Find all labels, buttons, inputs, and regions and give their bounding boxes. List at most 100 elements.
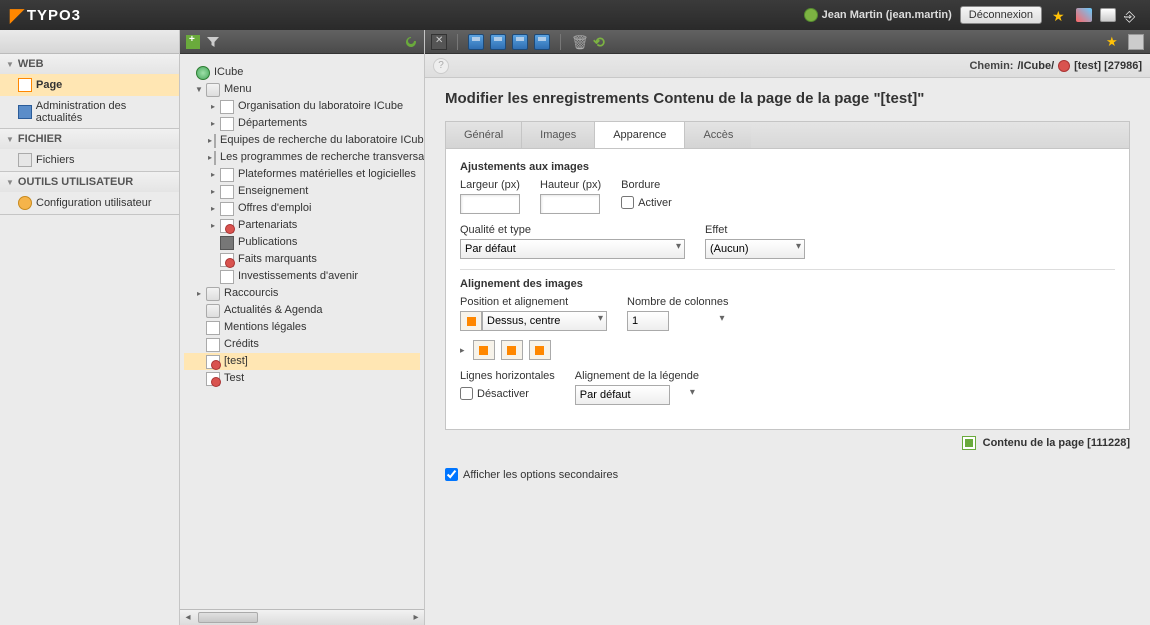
bookmark-doc-icon[interactable]: ★ [1106,34,1122,50]
filter-icon[interactable] [206,35,220,49]
tree-page[interactable]: ▸Départements [184,115,420,132]
select-legend[interactable]: Par défaut [575,385,670,405]
hidden-page-icon [206,355,220,369]
logo-mark-icon: ◤ [10,5,25,26]
tree-page[interactable]: Investissements d'avenir [184,268,420,285]
user-info[interactable]: Jean Martin (jean.martin) [804,8,952,22]
tree-folder-menu[interactable]: ▼ Menu [184,81,420,98]
help-icon[interactable]: ? [433,58,449,74]
label-border-activate: Activer [638,197,672,209]
tree-page-mentions[interactable]: Mentions légales [184,319,420,336]
refresh-icon[interactable] [404,35,418,49]
tree-page[interactable]: ▸Enseignement [184,183,420,200]
layout-opt-2[interactable] [501,340,523,360]
tree-root[interactable]: ICube [184,64,420,81]
tree-page[interactable]: ▸Equipes de recherche du laboratoire ICu… [184,132,420,149]
select-effect[interactable]: (Aucun) [705,239,805,259]
module-group-web[interactable]: WEB [0,54,179,74]
tree-folder-raccourcis[interactable]: ▸ Raccourcis [184,285,420,302]
content-record-link[interactable]: Contenu de la page [111228] [445,436,1130,450]
brand-text: TYPO3 [27,7,81,24]
module-item[interactable]: Administration des actualités [0,96,179,128]
input-height[interactable] [540,194,600,214]
tree-toolbar [180,30,424,54]
module-item[interactable]: Configuration utilisateur [0,192,179,214]
tab-access[interactable]: Accès [685,122,751,148]
tree-page[interactable]: ▸Partenariats [184,217,420,234]
page-icon [206,321,220,335]
save-view-icon[interactable] [490,34,506,50]
module-group-fichier[interactable]: FICHIER [0,129,179,149]
news-icon [18,105,32,119]
page-tree[interactable]: ICube ▼ Menu ▸Organisation du laboratoir… [180,54,424,609]
page-icon [206,338,220,352]
close-icon[interactable] [431,34,447,50]
module-item[interactable]: Fichiers [0,149,179,171]
save-close-icon[interactable] [512,34,528,50]
tree-page[interactable]: Publications [184,234,420,251]
checkbox-border-activate[interactable] [621,196,634,209]
page-icon [220,117,234,131]
content-area: 🗑 ⟲ ★ ? Chemin: /ICube/ [test] [27986] M… [425,30,1150,625]
tree-h-scrollbar[interactable]: ◂▸ [180,609,424,625]
label-hr: Lignes horizontales [460,370,555,382]
checkbox-hr-deactivate[interactable] [460,387,473,400]
bookmark-icon[interactable]: ★ [1052,8,1068,22]
input-width[interactable] [460,194,520,214]
top-bar: ◤ TYPO3 Jean Martin (jean.martin) Déconn… [0,0,1150,30]
checkbox-secondary-options[interactable] [445,468,458,481]
select-cols[interactable]: 1 [627,311,669,331]
tab-images[interactable]: Images [522,122,595,148]
page-icon [220,168,234,182]
tab-bar: Général Images Apparence Accès [445,121,1130,148]
undo-icon[interactable]: ⟲ [593,34,609,50]
save-icon[interactable] [468,34,484,50]
hidden-page-icon [220,253,234,267]
page-icon [18,78,32,92]
path-page[interactable]: [test] [27986] [1074,60,1142,72]
label-quality: Qualité et type [460,224,685,236]
position-layout-options[interactable]: ▸ [460,340,607,360]
save-new-icon[interactable] [534,34,550,50]
cache-icon[interactable] [1076,8,1092,22]
layout-opt-3[interactable] [529,340,551,360]
tree-page[interactable]: ▸Plateformes matérielles et logicielles [184,166,420,183]
new-page-icon[interactable] [186,35,200,49]
tree-folder-actus[interactable]: Actualités & Agenda [184,302,420,319]
tree-page[interactable]: ▸Offres d'emploi [184,200,420,217]
module-column: WEBPageAdministration des actualitésFICH… [0,30,180,625]
tree-page[interactable]: Faits marquants [184,251,420,268]
label-cols: Nombre de colonnes [627,296,729,308]
module-group-outils utilisateur[interactable]: OUTILS UTILISATEUR [0,172,179,192]
label-height: Hauteur (px) [540,179,601,191]
tab-appearance[interactable]: Apparence [595,122,685,148]
delete-icon[interactable]: 🗑 [571,34,587,50]
module-toolbar [0,30,179,54]
section-image-adjust: Ajustements aux images [460,161,1115,173]
shortcut-icon[interactable]: ⎆ [1124,8,1140,22]
workspaces-icon[interactable] [1100,8,1116,22]
layout-opt-1[interactable] [473,340,495,360]
path-root[interactable]: /ICube/ [1017,60,1054,72]
section-image-align: Alignement des images [460,278,1115,290]
user-icon [18,196,32,210]
page-icon [214,134,216,148]
logout-button[interactable]: Déconnexion [960,6,1042,24]
select-position[interactable]: Dessus, centre [482,311,607,331]
tree-page-credits[interactable]: Crédits [184,336,420,353]
fullscreen-icon[interactable] [1128,34,1144,50]
folder-icon [206,304,220,318]
tree-page[interactable]: ▸Les programmes de recherche transversau… [184,149,420,166]
tab-general[interactable]: Général [446,122,522,148]
label-width: Largeur (px) [460,179,520,191]
hidden-page-icon [206,372,220,386]
brand-logo: ◤ TYPO3 [10,5,81,26]
tree-page[interactable]: ▸Organisation du laboratoire ICube [184,98,420,115]
folder-icon [206,287,220,301]
tree-page-test-selected[interactable]: [test] [184,353,420,370]
tree-page-test2[interactable]: Test [184,370,420,387]
module-item[interactable]: Page [0,74,179,96]
tab-panel-appearance: Ajustements aux images Largeur (px) Haut… [445,148,1130,430]
user-name: Jean Martin (jean.martin) [822,9,952,21]
select-quality[interactable]: Par défaut [460,239,685,259]
